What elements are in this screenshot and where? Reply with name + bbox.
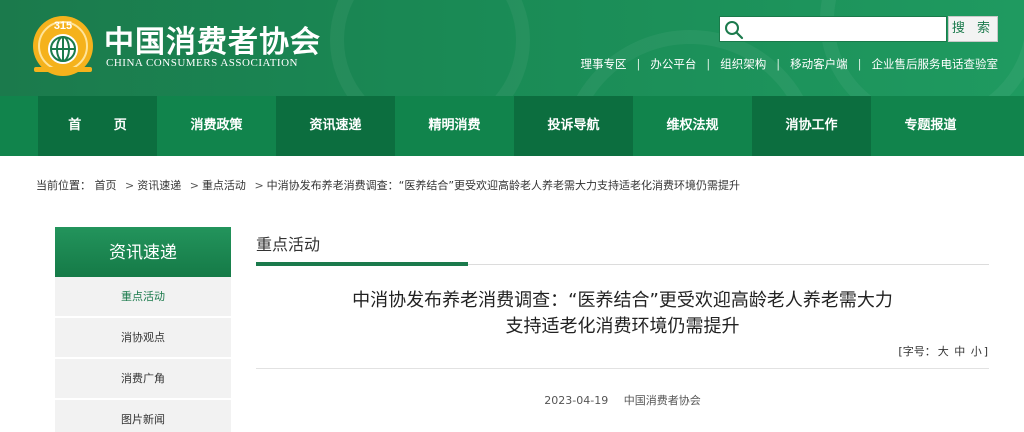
section-title: 重点活动	[256, 235, 321, 254]
nav-smart-consumption[interactable]: 精明消费	[395, 96, 514, 156]
font-size-label: [字号：	[898, 345, 936, 358]
sidebar-item-key-events[interactable]: 重点活动	[55, 277, 231, 317]
section-divider-accent	[256, 262, 468, 266]
top-link-council[interactable]: 理事专区	[581, 57, 627, 71]
site-title[interactable]: 中国消费者协会	[104, 17, 321, 61]
nav-rights-laws[interactable]: 维权法规	[633, 96, 752, 156]
site-subtitle: CHINA CONSUMERS ASSOCIATION	[106, 57, 298, 69]
search-icon	[725, 21, 744, 40]
article-date: 2023-04-19	[544, 394, 609, 407]
main-nav: 首 页 消费政策 资讯速递 精明消费 投诉导航 维权法规 消协工作 专题报道	[0, 96, 1024, 156]
article-title-line2: 支持适老化消费环境仍需提升	[505, 316, 740, 337]
divider: |	[636, 57, 641, 71]
sidebar-title: 资讯速递	[55, 227, 231, 277]
cca-logo-icon[interactable]: 315	[30, 11, 96, 77]
logo-text: 315	[54, 20, 72, 32]
breadcrumb-arrow-icon: >	[189, 179, 199, 192]
nav-home[interactable]: 首 页	[38, 96, 157, 156]
nav-special-reports[interactable]: 专题报道	[871, 96, 990, 156]
sidebar-item-consumer-angle[interactable]: 消费广角	[55, 359, 231, 399]
font-size-end: ]	[983, 345, 988, 358]
font-size-switcher: [字号：大 中 小]	[897, 343, 989, 359]
breadcrumb-prefix: 当前位置：	[36, 179, 91, 192]
article-title: 中消协发布养老消费调查：“医养结合”更受欢迎高龄老人养老需大力 支持适老化消费环…	[256, 288, 989, 340]
nav-consumer-policy[interactable]: 消费政策	[157, 96, 276, 156]
breadcrumb-arrow-icon: >	[254, 179, 264, 192]
divider: |	[706, 57, 711, 71]
breadcrumb-news[interactable]: 资讯速递	[137, 179, 181, 192]
article-title-line1: 中消协发布养老消费调查：“医养结合”更受欢迎高龄老人养老需大力	[352, 290, 893, 311]
divider: |	[776, 57, 781, 71]
meta-divider	[256, 368, 989, 369]
sidebar-item-photo-news[interactable]: 图片新闻	[55, 400, 231, 432]
breadcrumb-current: 中消协发布养老消费调查：“医养结合”更受欢迎高龄老人养老需大力支持适老化消费环境…	[266, 179, 741, 192]
font-size-small[interactable]: 小	[971, 345, 982, 358]
search-button[interactable]: 搜 索	[948, 16, 998, 42]
font-size-medium[interactable]: 中	[954, 345, 965, 358]
top-link-office[interactable]: 办公平台	[650, 57, 696, 71]
sidebar-item-viewpoints[interactable]: 消协观点	[55, 318, 231, 358]
breadcrumb: 当前位置： 首页 > 资讯速递 > 重点活动 > 中消协发布养老消费调查：“医养结合”…	[36, 177, 740, 193]
article-meta: 2023-04-19 中国消费者协会	[256, 392, 989, 408]
breadcrumb-arrow-icon: >	[125, 179, 135, 192]
search-input[interactable]	[748, 18, 944, 40]
breadcrumb-home[interactable]: 首页	[95, 179, 117, 192]
top-link-service-check[interactable]: 企业售后服务电话查验室	[872, 57, 999, 71]
top-links: 理事专区 | 办公平台 | 组织架构 | 移动客户端 | 企业售后服务电话查验室	[581, 56, 999, 72]
top-link-organization[interactable]: 组织架构	[720, 57, 766, 71]
font-size-large[interactable]: 大	[938, 345, 949, 358]
site-header: 315 中国消费者协会 CHINA CONSUMERS ASSOCIATION …	[0, 0, 1024, 96]
nav-association-work[interactable]: 消协工作	[752, 96, 871, 156]
top-link-mobile[interactable]: 移动客户端	[790, 57, 848, 71]
search-box	[719, 16, 947, 42]
article-source: 中国消费者协会	[623, 394, 701, 407]
nav-complaint-guide[interactable]: 投诉导航	[514, 96, 633, 156]
nav-news[interactable]: 资讯速递	[276, 96, 395, 156]
divider: |	[857, 57, 862, 71]
breadcrumb-key-events[interactable]: 重点活动	[202, 179, 246, 192]
